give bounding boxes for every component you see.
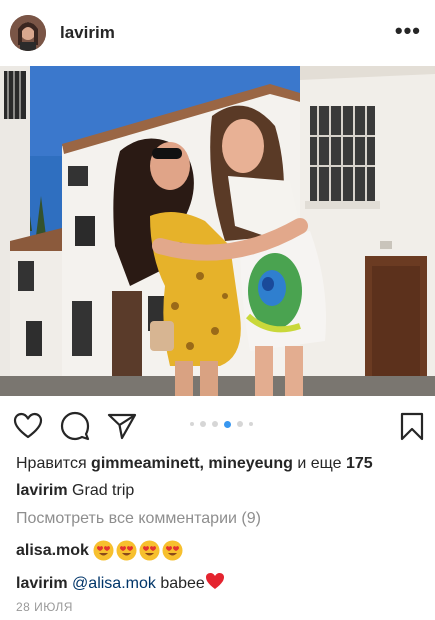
comment-icon[interactable] (59, 410, 91, 442)
caption: lavirim Grad trip (16, 482, 134, 500)
heart-icon[interactable] (12, 410, 44, 442)
more-options-icon[interactable]: ••• (395, 20, 421, 42)
comment-mention[interactable]: @alisa.mok (72, 575, 156, 592)
comment-text: babee (155, 575, 205, 592)
likes-count[interactable]: 175 (346, 455, 373, 472)
post-header: lavirim ••• (0, 0, 435, 66)
post-photo[interactable] (0, 66, 435, 396)
carousel-dot (237, 421, 243, 427)
avatar[interactable] (10, 15, 46, 51)
carousel-dot (200, 421, 206, 427)
bookmark-icon[interactable] (396, 410, 428, 442)
likes-prefix: Нравится (16, 455, 92, 472)
emoji-group (93, 540, 185, 562)
share-icon[interactable] (106, 410, 138, 442)
heart-eyes-emoji-icon (93, 540, 114, 561)
heart-eyes-emoji-icon (162, 540, 183, 561)
likes-users[interactable]: gimmeaminett, mineyeung (91, 455, 293, 472)
heart-eyes-emoji-icon (139, 540, 160, 561)
comment-item: lavirim @alisa.mok babee (16, 572, 225, 593)
caption-username[interactable]: lavirim (16, 482, 68, 499)
post-username[interactable]: lavirim (60, 23, 115, 43)
heart-eyes-emoji-icon (116, 540, 137, 561)
likes-middle: и еще (292, 455, 346, 472)
post-date: 28 ИЮЛЯ (16, 600, 73, 614)
caption-text: Grad trip (67, 482, 135, 499)
carousel-dot (190, 422, 194, 426)
action-bar (0, 400, 435, 450)
carousel-dot (212, 421, 218, 427)
comment-username[interactable]: alisa.mok (16, 542, 89, 559)
comment-username[interactable]: lavirim (16, 575, 68, 592)
carousel-dot-active (224, 420, 231, 428)
comment-item: alisa.mok (16, 540, 185, 562)
view-all-comments-link[interactable]: Посмотреть все комментарии (9) (16, 510, 261, 528)
red-heart-emoji-icon (205, 573, 224, 589)
likes-line[interactable]: Нравится gimmeaminett, mineyeung и еще 1… (16, 455, 373, 473)
carousel-dot (249, 422, 253, 426)
